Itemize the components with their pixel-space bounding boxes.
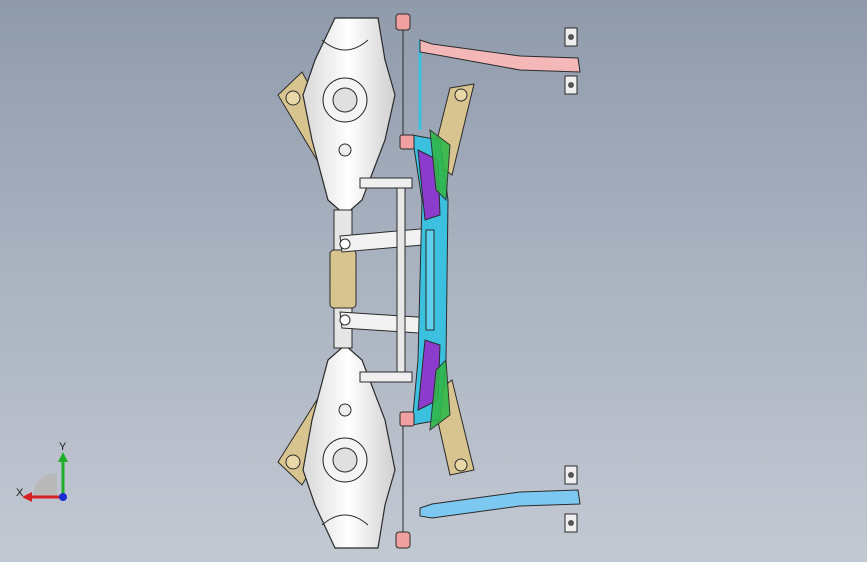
upper-lateral-link[interactable] [339, 227, 435, 253]
cad-graphics-viewport[interactable]: Y X [0, 0, 867, 562]
toe-links[interactable] [359, 177, 413, 383]
subframe-crossmember[interactable] [411, 128, 451, 432]
triad-x-label: X [16, 487, 24, 499]
triad-y-label: Y [59, 441, 67, 453]
axis-triad [22, 452, 68, 502]
upper-control-arm[interactable] [419, 27, 581, 95]
lower-control-arm[interactable] [419, 465, 581, 533]
suspension-model-view[interactable] [0, 0, 867, 562]
